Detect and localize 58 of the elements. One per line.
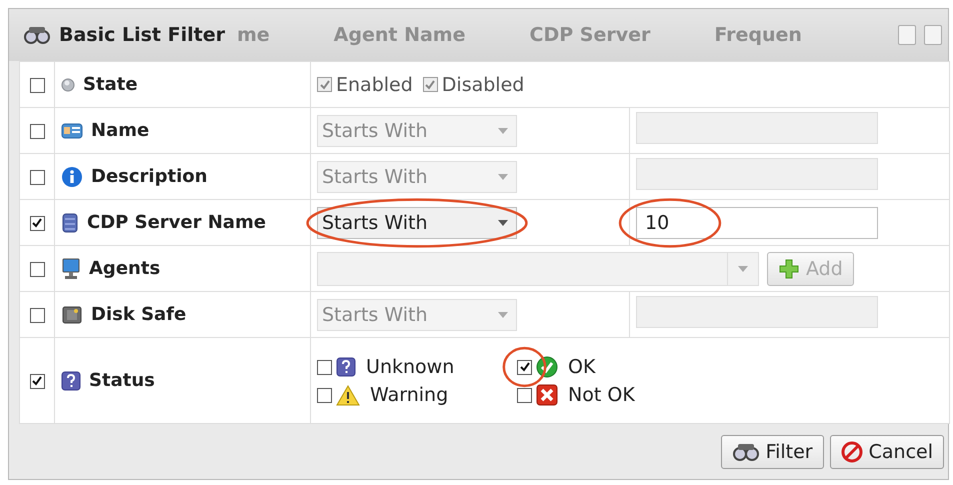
field-label: Status (89, 370, 155, 391)
caret-icon (498, 128, 508, 134)
checkbox[interactable] (30, 216, 44, 231)
operator-dropdown[interactable]: Starts With (317, 206, 517, 238)
checkbox[interactable] (30, 262, 44, 277)
cancel-icon (840, 440, 863, 462)
field-label: Agents (89, 258, 160, 279)
field-label: Name (91, 120, 150, 141)
check-icon (536, 356, 558, 378)
dialog-title: Basic List Filter (59, 24, 225, 46)
field-label: Disk Safe (91, 304, 186, 325)
checkbox[interactable] (317, 388, 332, 403)
column-header: Frequen (714, 24, 802, 46)
question-icon (61, 370, 81, 390)
option-label: OK (567, 356, 596, 378)
binoculars-icon (732, 442, 760, 460)
value-field[interactable] (636, 158, 878, 190)
checkbox[interactable] (517, 360, 532, 375)
checkbox[interactable] (517, 388, 532, 403)
column-header: CDP Server (530, 24, 650, 46)
option-label: Unknown (365, 356, 454, 378)
option-label: Not OK (567, 384, 635, 406)
binoculars-icon (23, 26, 51, 44)
column-header: me (236, 24, 270, 46)
checkbox[interactable] (30, 374, 44, 389)
field-label: State (83, 74, 138, 95)
option-label: Warning (369, 384, 448, 406)
circle-icon (61, 78, 75, 92)
checkbox[interactable] (30, 308, 44, 323)
option-label: Enabled (336, 74, 413, 96)
caret-icon (498, 312, 508, 318)
database-icon (61, 212, 79, 234)
dialog-button[interactable]: Cancel (830, 434, 944, 468)
value-field[interactable] (636, 112, 878, 144)
column-header: Agent Name (334, 24, 466, 46)
value-field[interactable]: 10 (636, 206, 878, 238)
caret-icon (498, 220, 508, 226)
checkbox[interactable] (30, 78, 44, 93)
checkbox[interactable] (317, 360, 332, 375)
plus-icon (778, 258, 800, 280)
value-field[interactable] (636, 296, 878, 328)
warning-icon (336, 384, 360, 406)
monitor-icon (61, 258, 81, 280)
option-label: Disabled (442, 74, 524, 96)
checkbox[interactable] (422, 77, 438, 92)
info-icon (61, 166, 83, 188)
checkbox[interactable] (30, 124, 44, 139)
field-label: Description (91, 166, 208, 187)
dialog-button[interactable]: Filter (720, 434, 824, 468)
caret-icon (738, 266, 748, 272)
question-icon (336, 356, 356, 376)
caret-icon (498, 174, 508, 180)
id-card-icon (61, 122, 83, 140)
field-label: CDP Server Name (87, 212, 266, 233)
checkbox[interactable] (30, 170, 44, 185)
checkbox[interactable] (317, 77, 332, 92)
safe-icon (61, 304, 83, 324)
error-icon (536, 384, 558, 406)
